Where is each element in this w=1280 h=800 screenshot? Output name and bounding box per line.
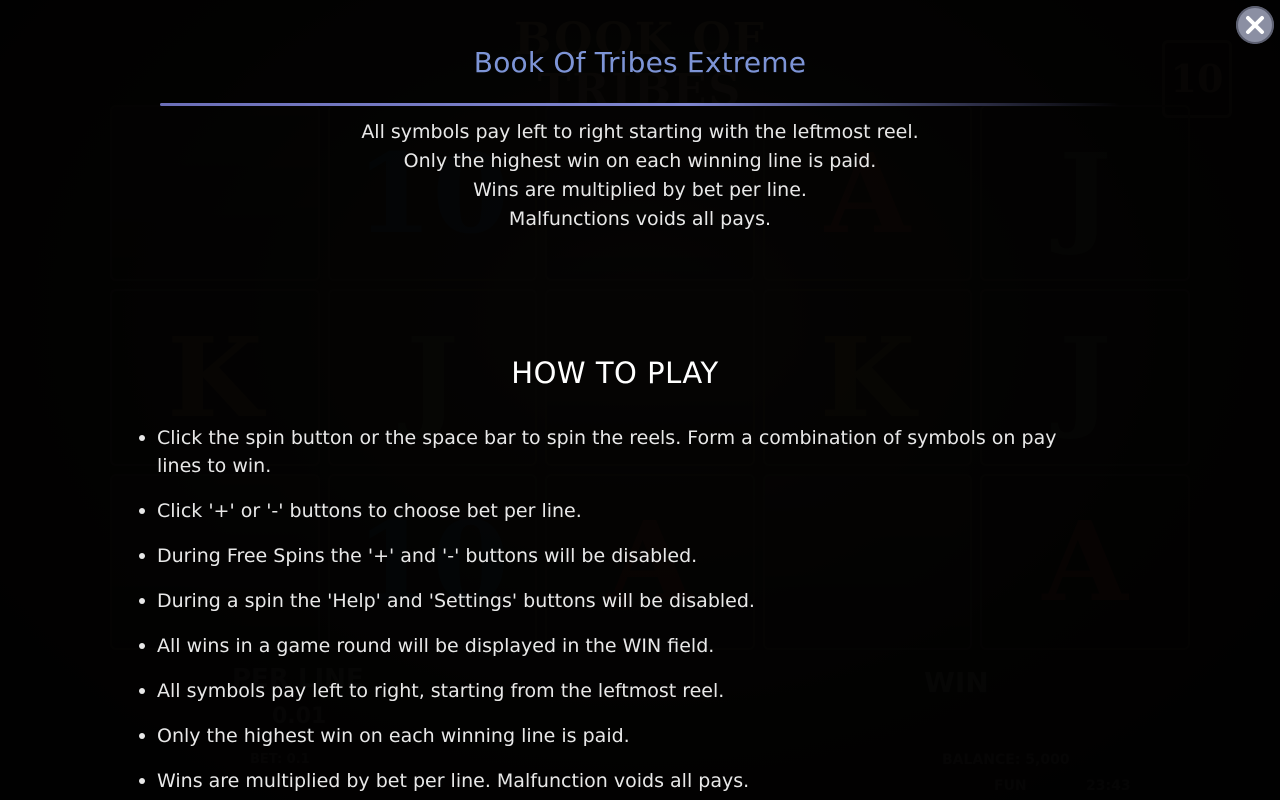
intro-line: All symbols pay left to right starting w… [361,121,919,143]
page-title: Book Of Tribes Extreme [473,46,807,79]
close-button[interactable] [1236,6,1274,44]
help-screen: BOOK OF TRIBES 10 10 A J K J K J 10 A A … [0,0,1280,800]
rule-item: All wins in a game round will be display… [139,632,1097,660]
how-to-play-heading: HOW TO PLAY [511,356,719,390]
title-divider [160,103,1120,106]
rule-item: Wins are multiplied by bet per line. Mal… [139,767,1097,795]
intro-line: Malfunctions voids all pays. [508,208,772,230]
intro-text: All symbols pay left to right starting w… [0,118,1280,234]
how-to-play-list: Click the spin button or the space bar t… [133,424,1097,800]
help-overlay: Book Of Tribes Extreme All symbols pay l… [0,0,1280,800]
rule-item: Only the highest win on each winning lin… [139,722,1097,750]
close-icon [1246,16,1264,34]
rule-item: Click '+' or '-' buttons to choose bet p… [139,497,1097,525]
rule-item: During Free Spins the '+' and '-' button… [139,542,1097,570]
rule-item: Click the spin button or the space bar t… [139,424,1097,480]
rule-item: During a spin the 'Help' and 'Settings' … [139,587,1097,615]
intro-line: Only the highest win on each winning lin… [403,150,877,172]
rule-item: All symbols pay left to right, starting … [139,677,1097,705]
intro-line: Wins are multiplied by bet per line. [473,179,807,201]
